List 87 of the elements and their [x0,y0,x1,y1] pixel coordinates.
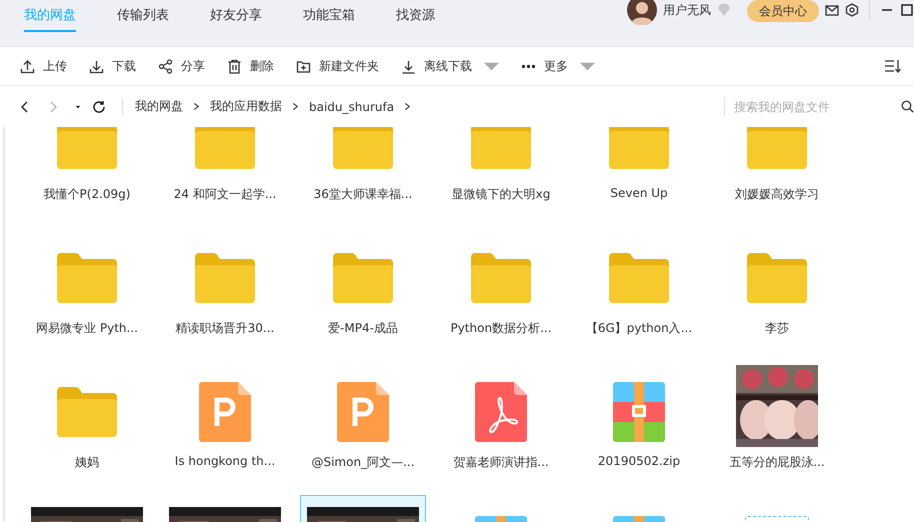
download-button[interactable]: 下载 [89,58,136,74]
more-button[interactable]: 更多 [521,58,595,74]
file-item[interactable]: 爱-MP4-成品 [300,227,426,355]
refresh-icon[interactable] [92,100,106,114]
file-name: 我懂个P(2.09g) [44,186,130,203]
newfolder-button[interactable]: 新建文件夹 [296,58,379,74]
slides-file-icon [199,382,251,442]
folder-icon [747,253,807,303]
file-item[interactable]: 24 和阿文一起学... [162,127,288,221]
file-item[interactable]: 显微镜下的大明xg [438,127,564,221]
file-name: 网易微专业 Pyth... [36,320,138,337]
folder-icon [747,127,807,169]
breadcrumb-link[interactable]: 我的网盘 [135,98,183,115]
archive-file-icon [613,382,665,442]
settings-icon[interactable] [845,3,859,17]
maximize-icon[interactable] [900,3,914,17]
mail-icon[interactable] [825,3,839,17]
folder-icon [471,127,531,169]
pdf-file-icon [475,382,527,442]
file-name: 刘媛媛高效学习 [735,186,819,203]
file-item[interactable]: 贺嘉老师演讲指... [438,361,564,489]
file-name: Seven Up [610,186,668,200]
breadcrumb-link[interactable]: 我的应用数据 [210,98,282,115]
file-name: 姨妈 [75,454,99,471]
file-name: 贺嘉老师演讲指... [453,454,549,471]
tab[interactable]: 传输列表 [117,0,169,32]
file-name: 20190502.zip [598,454,680,468]
download-icon [89,58,104,74]
file-item[interactable]: 刘媛媛高效学习 [714,127,840,221]
file-name: 五等分的屁股泳... [729,454,825,471]
folder-icon [195,253,255,303]
chevron-icon [193,102,200,111]
chevron-icon [292,102,299,111]
file-item[interactable]: Is hongkong th... [162,361,288,489]
tab[interactable]: 功能宝箱 [303,0,355,32]
file-item[interactable]: 网易微专业 Pyth... [24,227,150,355]
file-name: Python数据分析... [450,320,552,337]
file-name: 爱-MP4-成品 [328,320,398,337]
tab[interactable]: 找资源 [396,0,435,32]
search-icon[interactable] [901,100,914,113]
sort-icon[interactable] [884,58,902,74]
trash-icon [227,58,242,74]
search-field[interactable]: 搜索我的网盘文件 [734,100,894,114]
folder-icon [57,127,117,169]
folder-icon [609,127,669,169]
offline-button[interactable]: 离线下载 [401,58,499,74]
chevron-icon [404,102,412,111]
file-name: 36堂大师课幸福... [314,186,412,203]
file-item[interactable]: 【6G】python入... [576,227,702,355]
file-item[interactable]: @Simon_阿文—... [300,361,426,489]
folder-icon [195,127,255,169]
folder-icon [333,253,393,303]
file-name: @Simon_阿文—... [311,454,415,471]
share-button[interactable]: 分享 [158,58,205,74]
breadcrumb-link[interactable]: baidu_shurufa [309,100,394,114]
file-name: 【6G】python入... [586,320,692,337]
folder-plus-icon [296,58,311,74]
folder-icon [57,253,117,303]
file-name: 李莎 [765,320,789,337]
file-name: Is hongkong th... [174,454,276,468]
vip-center-button[interactable]: 会员中心 [747,0,819,22]
avatar[interactable] [627,0,657,25]
user-name: 用户无风 [663,2,711,19]
tab[interactable]: 好友分享 [210,0,262,32]
file-item[interactable]: 20190502.zip [576,361,702,489]
file-name: 精读职场晋升30... [176,320,274,337]
file-item[interactable]: 精读职场晋升30... [162,227,288,355]
folder-icon [471,253,531,303]
file-item[interactable]: Seven Up [576,127,702,221]
diamond-icon [717,3,731,17]
upload-button[interactable]: 上传 [20,58,67,74]
file-item[interactable]: 五等分的屁股泳... [714,361,840,489]
file-item[interactable]: 姨妈 [24,361,150,489]
delete-button[interactable]: 删除 [227,58,274,74]
file-item[interactable]: 李莎 [714,227,840,355]
file-name: 显微镜下的大明xg [452,186,550,203]
file-item[interactable]: 我懂个P(2.09g) [24,127,150,221]
share-icon [158,58,173,74]
folder-icon [57,387,117,437]
file-name: 24 和阿文一起学... [174,186,276,203]
download-icon [401,58,416,74]
file-item[interactable]: 36堂大师课幸福... [300,127,426,221]
file-item[interactable]: Python数据分析... [438,227,564,355]
folder-icon [609,253,669,303]
slides-file-icon [337,382,389,442]
upload-icon [20,58,35,74]
folder-icon [333,127,393,169]
